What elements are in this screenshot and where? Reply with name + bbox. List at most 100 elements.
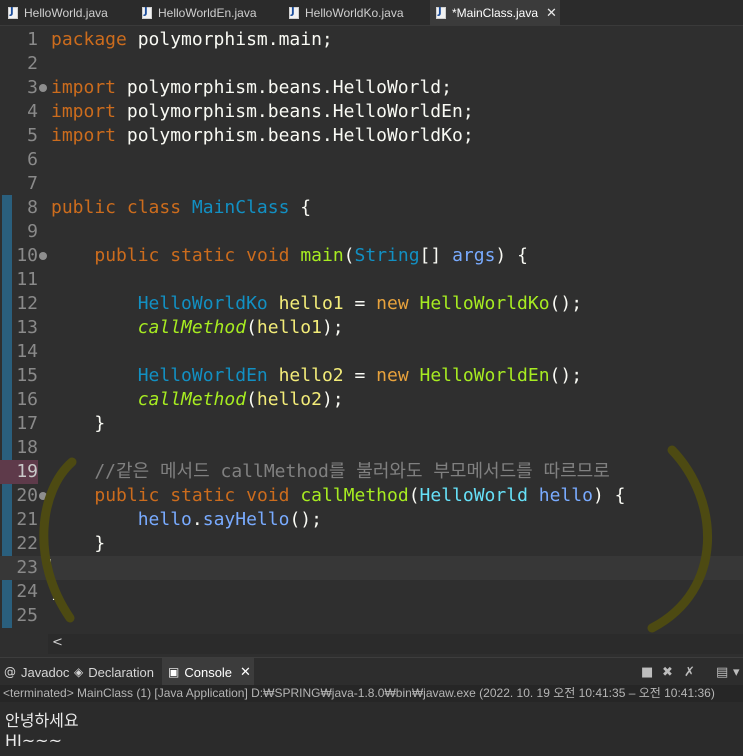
code-line[interactable]: 5 import polymorphism.beans.HelloWorldKo; xyxy=(0,124,743,148)
tab-declaration[interactable]: ◈ Declaration xyxy=(74,658,160,686)
code-token: import xyxy=(51,101,117,122)
line-number: 24 xyxy=(16,581,38,602)
code-editor[interactable]: 1 package polymorphism.main; 2 3 import poly… xyxy=(0,27,743,654)
text-caret xyxy=(50,559,51,578)
code-text: callMethod(hello1); xyxy=(51,316,344,340)
code-token: } xyxy=(51,581,62,602)
line-number: 1 xyxy=(27,29,38,50)
code-line[interactable]: 21 hello.sayHello(); xyxy=(0,508,743,532)
code-token: } xyxy=(51,413,106,434)
code-token: new xyxy=(376,293,409,314)
code-line[interactable]: 7 xyxy=(0,172,743,196)
fold-toggle-icon[interactable] xyxy=(39,252,47,260)
code-token: MainClass xyxy=(191,197,290,218)
code-line[interactable]: 18 xyxy=(0,436,743,460)
code-line[interactable]: 8 public class MainClass { xyxy=(0,196,743,220)
code-token: class xyxy=(126,197,182,218)
code-line[interactable]: 14 xyxy=(0,340,743,364)
clear-console-icon[interactable]: ▤ xyxy=(716,665,728,680)
code-token: static xyxy=(170,245,236,266)
code-line[interactable]: 1 package polymorphism.main; xyxy=(0,28,743,52)
code-line[interactable]: 15 HelloWorldEn hello2 = new HelloWorldE… xyxy=(0,364,743,388)
tab-helloworld[interactable]: HelloWorld.java xyxy=(8,0,140,26)
fold-toggle-icon[interactable] xyxy=(39,492,47,500)
code-line[interactable]: 19 //같은 메서드 callMethod를 불러와도 부모메서드를 따르므로 xyxy=(0,460,743,484)
code-token: hello1 xyxy=(278,293,344,314)
line-number: 12 xyxy=(16,293,38,314)
code-token: [] xyxy=(419,245,453,266)
line-number: 3 xyxy=(27,77,38,98)
code-line[interactable]: 9 xyxy=(0,220,743,244)
code-text: } xyxy=(51,412,105,436)
code-text: import polymorphism.beans.HelloWorld; xyxy=(51,76,452,100)
code-token: static xyxy=(170,485,236,506)
code-token: ) { xyxy=(495,245,528,266)
code-line[interactable]: 23 xyxy=(0,556,743,580)
code-text: hello.sayHello(); xyxy=(51,508,322,532)
code-token: sayHello xyxy=(202,509,290,530)
tab-helloworldko[interactable]: HelloWorldKo.java xyxy=(289,0,429,26)
tab-label: HelloWorldEn.java xyxy=(158,6,257,20)
console-output[interactable]: 안녕하세요 HI~~~ xyxy=(0,702,743,756)
tab-mainclass[interactable]: *MainClass.java ✕ xyxy=(430,0,560,26)
code-line[interactable]: 20 public static void callMethod(HelloWo… xyxy=(0,484,743,508)
close-icon[interactable]: ✕ xyxy=(240,665,251,680)
code-token: callMethod xyxy=(137,389,247,410)
code-line[interactable]: 2 xyxy=(0,52,743,76)
code-token: main xyxy=(300,245,344,266)
fold-toggle-icon[interactable] xyxy=(39,84,47,92)
code-line[interactable]: 12 HelloWorldKo hello1 = new HelloWorldK… xyxy=(0,292,743,316)
horizontal-scrollbar[interactable]: < xyxy=(48,634,743,654)
remove-all-icon[interactable]: ✗ xyxy=(684,665,695,680)
scroll-lock-icon[interactable]: ▾ xyxy=(733,665,740,680)
remove-launch-icon[interactable]: ✖ xyxy=(662,665,673,680)
code-line[interactable]: 4 import polymorphism.beans.HelloWorldEn; xyxy=(0,100,743,124)
console-line: 안녕하세요 xyxy=(5,711,79,730)
tab-label: Javadoc xyxy=(21,664,70,680)
code-text: public class MainClass { xyxy=(51,196,311,220)
code-line[interactable]: 3 import polymorphism.beans.HelloWorld; xyxy=(0,76,743,100)
code-line[interactable]: 16 callMethod(hello2); xyxy=(0,388,743,412)
code-text: } xyxy=(51,532,105,556)
tab-console[interactable]: ▣ Console ✕ xyxy=(162,658,254,686)
console-status-line: <terminated> MainClass (1) [Java Applica… xyxy=(0,685,743,702)
code-token: import xyxy=(51,125,117,146)
line-number: 13 xyxy=(16,317,38,338)
code-line[interactable]: 13 callMethod(hello1); xyxy=(0,316,743,340)
tab-label: *MainClass.java xyxy=(452,6,539,20)
code-line[interactable]: 6 xyxy=(0,148,743,172)
line-number: 11 xyxy=(16,269,38,290)
tab-helloworlden[interactable]: HelloWorldEn.java xyxy=(142,0,288,26)
code-line[interactable]: 10 public static void main(String[] args… xyxy=(0,244,743,268)
code-token: callMethod xyxy=(137,317,247,338)
javadoc-icon: @ xyxy=(4,665,16,679)
code-line[interactable]: 11 xyxy=(0,268,743,292)
close-icon[interactable]: ✕ xyxy=(546,6,557,21)
code-text: public static void callMethod(HelloWorld… xyxy=(51,484,625,508)
code-line[interactable]: 25 xyxy=(0,604,743,628)
tab-javadoc[interactable]: @ Javadoc xyxy=(4,658,72,686)
code-line[interactable]: 17 } xyxy=(0,412,743,436)
code-token: import xyxy=(51,77,117,98)
code-token: ); xyxy=(321,317,344,338)
code-token: polymorphism.beans.HelloWorldKo; xyxy=(116,125,474,146)
tab-label: HelloWorldKo.java xyxy=(305,6,404,20)
code-token: hello xyxy=(137,509,192,530)
code-line[interactable]: 22 } xyxy=(0,532,743,556)
code-token: new xyxy=(376,365,409,386)
code-line[interactable]: 24} xyxy=(0,580,743,604)
line-number: 6 xyxy=(27,149,38,170)
code-text: import polymorphism.beans.HelloWorldEn; xyxy=(51,100,474,124)
stop-icon[interactable]: ■ xyxy=(641,665,653,680)
scroll-left-icon[interactable]: < xyxy=(52,635,63,650)
